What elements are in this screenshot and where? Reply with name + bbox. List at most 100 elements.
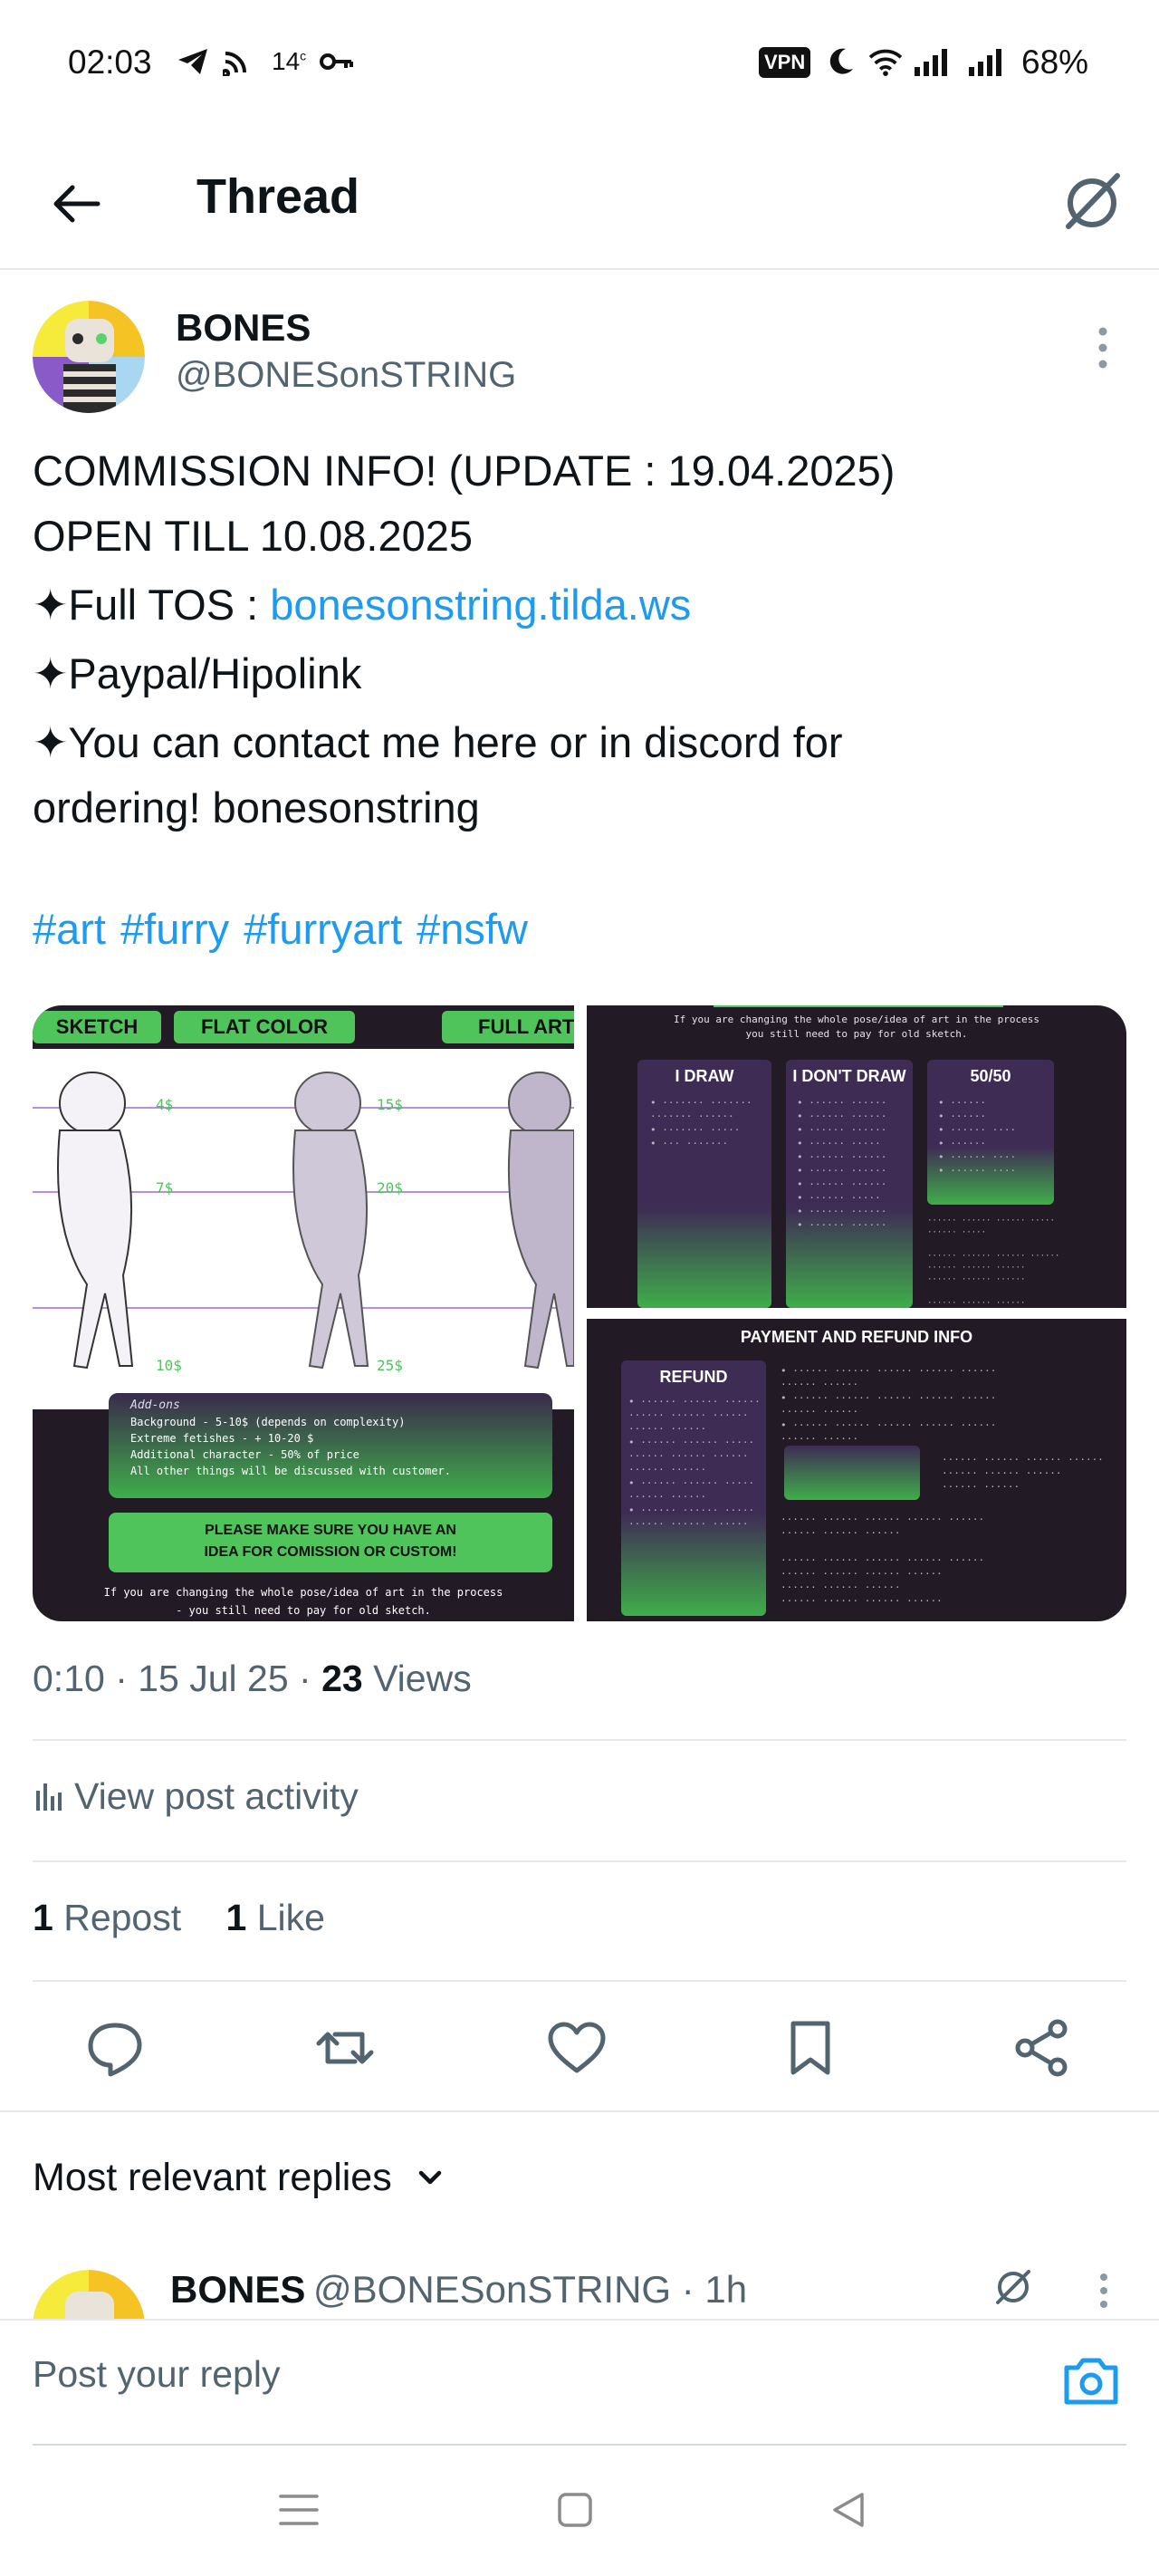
- share-button[interactable]: [1011, 2016, 1074, 2080]
- key-icon: [320, 53, 353, 70]
- more-options-button[interactable]: [1087, 322, 1119, 373]
- post-meta: 0:10 · 15 Jul 25 · 23 Views: [33, 1658, 472, 1700]
- reposts-link[interactable]: 1 Repost: [33, 1897, 181, 1938]
- heart-icon: [548, 2022, 606, 2073]
- post-line: ✦You can contact me here or in discord f…: [33, 718, 843, 766]
- avatar-image: [33, 301, 145, 413]
- footer-line: - you still need to pay for old sketch.: [176, 1604, 431, 1617]
- author-handle[interactable]: @BONESonSTRING: [176, 355, 516, 396]
- camera-icon: [1064, 2358, 1118, 2405]
- hashtag-link[interactable]: #nsfw: [417, 905, 528, 953]
- fifty-fifty-column: 50/50 • ······ • ······ • ······ ···· • ···…: [927, 1060, 1054, 1205]
- reply-item[interactable]: BONES @BONESonSTRING · 1h: [0, 2264, 1159, 2321]
- views-count: 23: [321, 1658, 363, 1699]
- moon-icon: [829, 48, 853, 74]
- character-figures: [33, 1072, 574, 1370]
- telegram-icon: [178, 49, 207, 74]
- column-placeholder: • ······ • ······ • ······ ···· • ······ • ·…: [938, 1097, 1017, 1177]
- back-button[interactable]: [43, 170, 110, 237]
- post-line: OPEN TILL 10.08.2025: [33, 512, 473, 560]
- vpn-badge: VPN: [759, 47, 811, 78]
- media-grid: SKETCH FLAT COLOR FULL ART 4$ 15$ 7$ 20$…: [33, 1005, 1126, 1621]
- column-heading: I DRAW: [675, 1067, 734, 1085]
- repost-icon: [316, 2032, 374, 2064]
- grok-icon[interactable]: [991, 2264, 1036, 2310]
- battery-level: 68%: [1021, 43, 1089, 81]
- avatar-image: [33, 2270, 145, 2321]
- media-footer: If you are changing the whole pose/idea …: [33, 1583, 574, 1620]
- reply-composer: Post your reply: [0, 2319, 1159, 2446]
- divider: [33, 1980, 1126, 1982]
- hashtag-link[interactable]: #furry: [120, 905, 229, 953]
- signal-2-icon: [969, 49, 1001, 76]
- price-flat-1: 15$: [377, 1096, 403, 1113]
- cast-icon: [223, 52, 246, 76]
- addons-box: Add-ons Background - 5-10$ (depends on c…: [109, 1393, 552, 1498]
- post-text: COMMISSION INFO! (UPDATE : 19.04.2025) O…: [33, 438, 1119, 962]
- hashtags: #art #furry #furryart #nsfw: [33, 897, 1119, 962]
- tos-link[interactable]: bonesonstring.tilda.ws: [270, 581, 691, 629]
- addons-list: Background - 5-10$ (depends on complexit…: [109, 1412, 552, 1481]
- reposts-count: 1: [33, 1897, 53, 1938]
- post-line: ✦Full TOS : bonesonstring.tilda.ws: [33, 572, 1119, 638]
- view-post-activity-link[interactable]: View post activity: [33, 1775, 359, 1818]
- media-image-payment-info[interactable]: PAYMENT AND REFUND INFO REFUND • ······ …: [587, 1319, 1126, 1621]
- price-sketch-3: 10$: [156, 1357, 182, 1374]
- addon-item: Extreme fetishes - + 10-20 $: [130, 1432, 314, 1445]
- post-line-prefix: ✦Full TOS :: [33, 581, 271, 629]
- reply-avatar[interactable]: [33, 2270, 145, 2321]
- camera-button[interactable]: [1061, 2353, 1121, 2408]
- addon-item: Background - 5-10$ (depends on complexit…: [130, 1416, 406, 1428]
- signal-1-icon: [915, 49, 947, 76]
- author-name[interactable]: BONES: [176, 306, 311, 350]
- more-vertical-icon[interactable]: [1090, 2268, 1117, 2313]
- column-heading: REFUND: [659, 1368, 728, 1386]
- bookmark-icon: [790, 2021, 830, 2075]
- author-avatar[interactable]: [33, 301, 145, 413]
- tab-flat-color: FLAT COLOR: [174, 1011, 355, 1043]
- chevron-down-icon: [418, 2170, 441, 2185]
- activity-label: View post activity: [74, 1775, 359, 1817]
- reply-bubble-icon: [88, 2023, 142, 2077]
- home-icon[interactable]: [556, 2491, 594, 2529]
- payment-note: ······ ······ ······ ······ ······ ······…: [942, 1454, 1104, 1493]
- back-nav-icon[interactable]: [829, 2491, 867, 2529]
- likes-link[interactable]: 1 Like: [226, 1897, 325, 1938]
- refund-column: REFUND • ······ ······ ······ ······ ····…: [621, 1360, 766, 1616]
- grok-button[interactable]: [1056, 167, 1128, 239]
- fifty-fifty-notes: ······ ······ ······ ····· ······ ····· ··…: [927, 1216, 1060, 1308]
- reply-input[interactable]: Post your reply: [33, 2353, 280, 2396]
- price-sketch-2: 7$: [156, 1179, 174, 1197]
- bookmark-button[interactable]: [779, 2016, 842, 2080]
- divider: [33, 1860, 1126, 1862]
- caption-line: If you are changing the whole pose/idea …: [674, 1014, 1039, 1025]
- views-label: Views: [362, 1658, 472, 1699]
- analytics-icon: [36, 1783, 62, 1811]
- sort-label: Most relevant replies: [33, 2156, 392, 2199]
- post-line: ✦Paypal/Hipolink: [33, 649, 362, 697]
- repost-button[interactable]: [313, 2016, 377, 2080]
- hashtag-link[interactable]: #art: [33, 905, 106, 953]
- likes-label: Like: [246, 1897, 325, 1938]
- reply-author-handle[interactable]: @BONESonSTRING · 1h: [313, 2268, 747, 2312]
- temperature: 14c: [272, 47, 307, 75]
- column-heading: 50/50: [970, 1067, 1011, 1085]
- payment-plan: ······ ······ ······ ······ ······ ······…: [781, 1514, 985, 1607]
- media-image-draw-list[interactable]: If you are changing the whole pose/idea …: [587, 1005, 1126, 1308]
- price-flat-2: 20$: [377, 1179, 403, 1197]
- replies-sort-dropdown[interactable]: Most relevant replies: [33, 2156, 446, 2200]
- i-draw-column: I DRAW • ······· ······· ······· ······ • …: [637, 1060, 771, 1308]
- reply-button[interactable]: [83, 2016, 147, 2080]
- addon-item: Additional character - 50% of price: [130, 1448, 359, 1461]
- status-time: 02:03: [68, 43, 152, 81]
- like-button[interactable]: [545, 2016, 608, 2080]
- recent-apps-icon[interactable]: [277, 2491, 321, 2529]
- likes-count: 1: [225, 1897, 247, 1938]
- payment-title: PAYMENT AND REFUND INFO: [740, 1328, 973, 1346]
- column-placeholder: • ······· ······· ······· ······ • ·······…: [650, 1097, 752, 1149]
- media-image-price-sheet[interactable]: SKETCH FLAT COLOR FULL ART 4$ 15$ 7$ 20$…: [33, 1005, 574, 1621]
- paypal-box: [784, 1446, 920, 1500]
- divider: [0, 2110, 1159, 2112]
- hashtag-link[interactable]: #furryart: [244, 905, 402, 953]
- reply-author-name[interactable]: BONES: [170, 2268, 305, 2312]
